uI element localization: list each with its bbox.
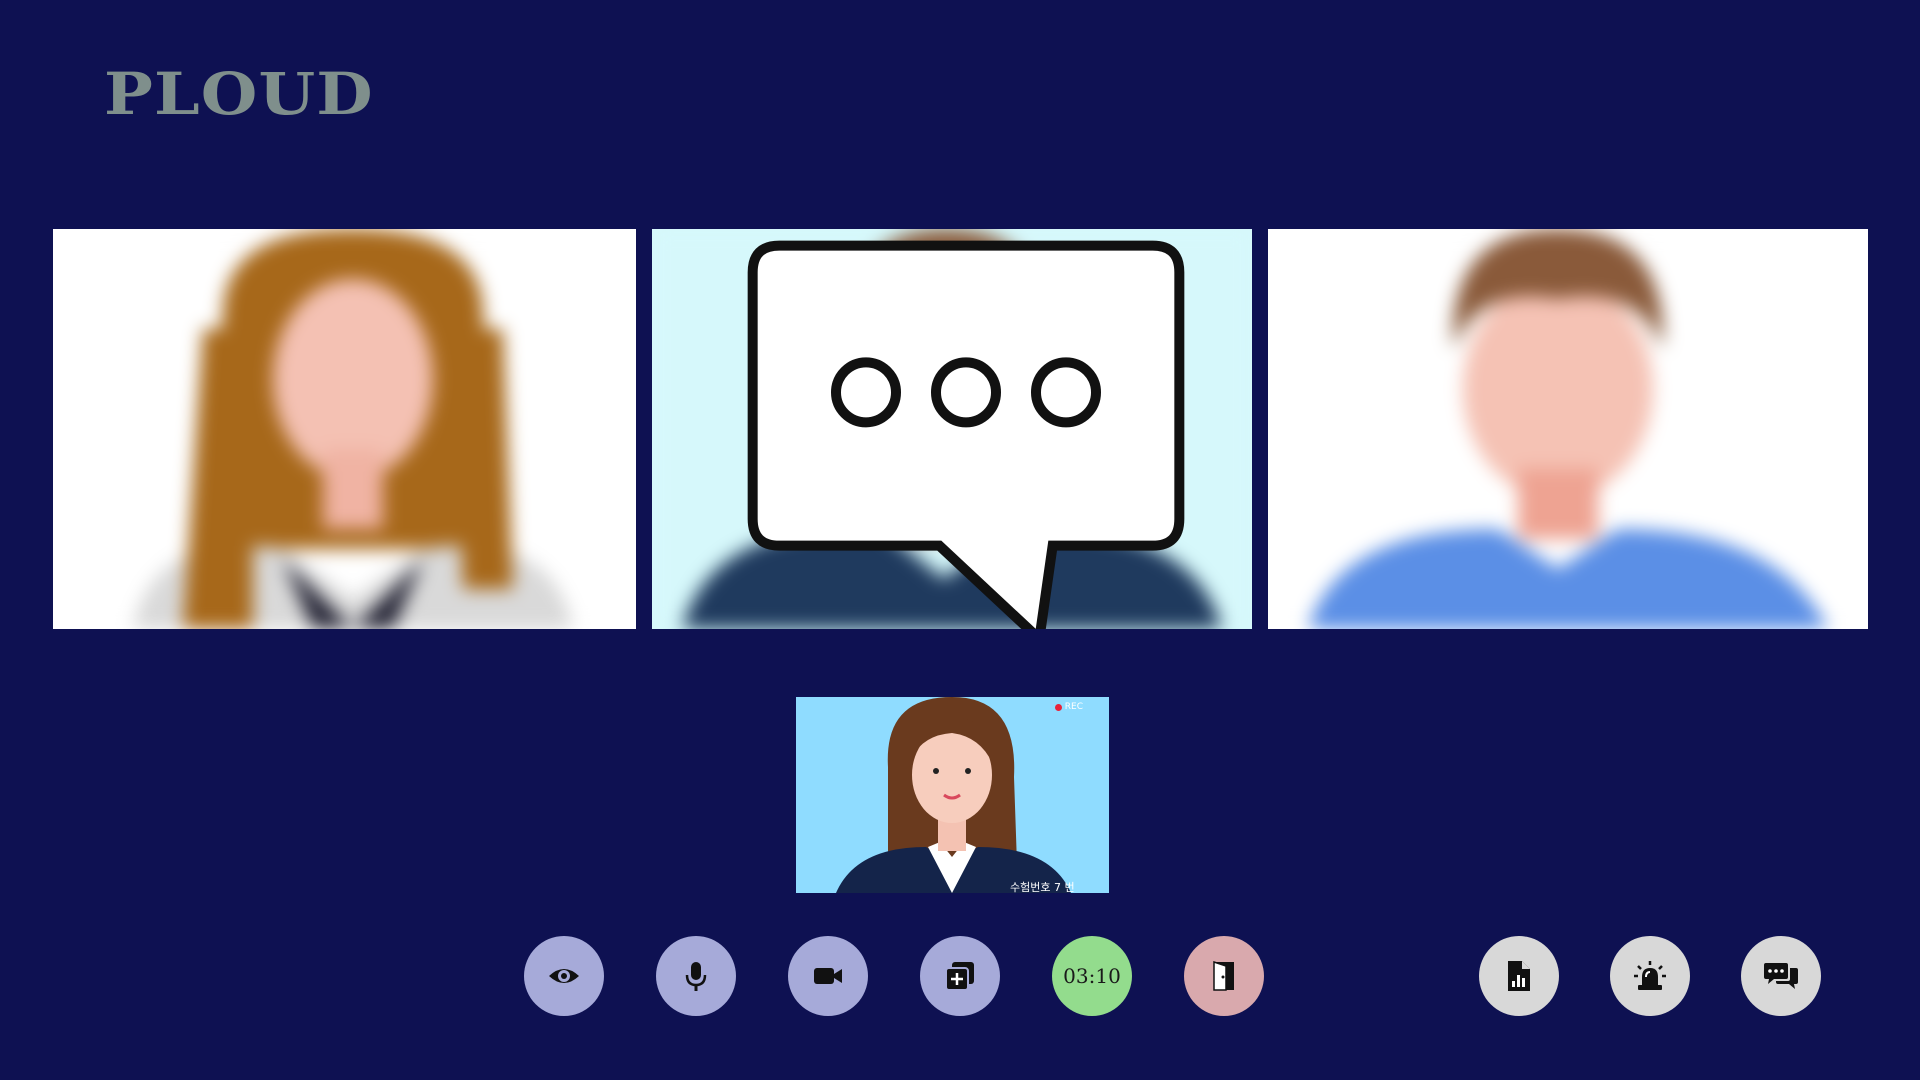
microphone-icon [685, 962, 707, 991]
rec-label: REC [1064, 702, 1083, 712]
eye-icon [549, 969, 579, 983]
participant-3-avatar [1268, 229, 1868, 629]
participant-video-tile-2[interactable] [652, 229, 1252, 629]
participant-video-tile-1[interactable] [53, 229, 636, 629]
microphone-button[interactable] [656, 936, 736, 1016]
app-logo: PLOUD [104, 60, 374, 128]
participant-1-avatar [53, 229, 636, 629]
self-video-preview[interactable]: REC 수험번호 7 번 [796, 697, 1109, 893]
self-caption: 수험번호 7 번 [1010, 881, 1075, 893]
chat-button[interactable] [1741, 936, 1821, 1016]
add-screen-button[interactable] [920, 936, 1000, 1016]
view-toggle-button[interactable] [524, 936, 604, 1016]
report-button[interactable] [1479, 936, 1559, 1016]
record-dot-icon [1054, 703, 1062, 711]
call-timer: 03:10 [1052, 936, 1132, 1016]
alert-button[interactable] [1610, 936, 1690, 1016]
self-avatar [796, 697, 1109, 893]
participant-video-tile-3[interactable] [1268, 229, 1868, 629]
video-camera-icon [814, 968, 842, 984]
exit-door-icon [1213, 960, 1234, 991]
siren-alarm-icon [1634, 961, 1666, 990]
add-copy-icon [945, 962, 974, 991]
camera-button[interactable] [788, 936, 868, 1016]
recording-indicator: REC [1054, 702, 1083, 712]
speech-bubble-icon [747, 240, 1185, 629]
leave-call-button[interactable] [1184, 936, 1264, 1016]
chat-icon [1764, 963, 1798, 989]
report-document-icon [1508, 961, 1530, 991]
